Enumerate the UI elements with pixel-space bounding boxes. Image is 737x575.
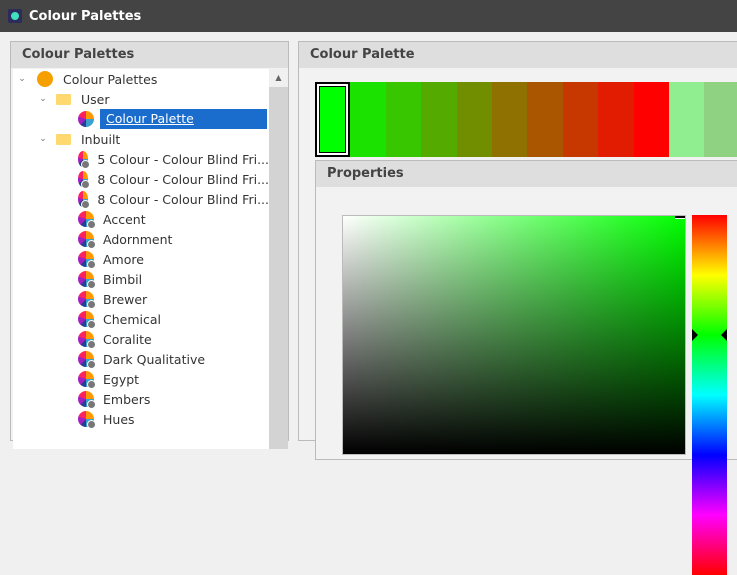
tree-item-label: Chemical — [103, 311, 161, 327]
chevron-down-icon[interactable]: ⌄ — [17, 74, 27, 84]
tree-item[interactable]: Coralite — [13, 329, 269, 349]
colour-wheel-icon — [78, 271, 96, 289]
tree-folder-inbuilt[interactable]: ⌄ Inbuilt — [13, 129, 269, 149]
tree-item-label: 8 Colour - Colour Blind Fri... — [97, 171, 269, 187]
hue-marker-left-icon[interactable] — [692, 329, 698, 341]
colour-swatch[interactable] — [668, 82, 705, 157]
folder-icon — [56, 93, 71, 105]
hue-slider[interactable] — [692, 215, 727, 575]
tree-scrollbar[interactable]: ▲ — [269, 69, 288, 449]
window-title: Colour Palettes — [29, 8, 142, 24]
tree-item-label: Bimbil — [103, 271, 143, 287]
folder-icon — [56, 133, 71, 145]
colour-swatch[interactable] — [385, 82, 422, 157]
tree-item-label: Amore — [103, 251, 144, 267]
colour-wheel-icon — [78, 191, 91, 209]
tree-item-label: Coralite — [103, 331, 152, 347]
colour-swatch[interactable] — [350, 82, 386, 157]
colour-swatch[interactable] — [562, 82, 599, 157]
colour-swatch[interactable] — [598, 82, 634, 157]
tree-item[interactable]: Accent — [13, 209, 269, 229]
colour-swatch[interactable] — [704, 82, 737, 157]
tree-item-label: Adornment — [103, 231, 173, 247]
colour-palette-panel: Colour Palette Properties — [298, 41, 737, 575]
colour-swatch[interactable] — [315, 82, 351, 157]
colour-swatch[interactable] — [491, 82, 528, 157]
tree-item-label: Brewer — [103, 291, 148, 307]
folder-label: Inbuilt — [81, 131, 121, 147]
saturation-value-picker[interactable] — [342, 215, 686, 455]
tree-root[interactable]: ⌄ Colour Palettes — [13, 69, 269, 89]
colour-palette-header: Colour Palette — [299, 42, 737, 68]
colour-swatch[interactable] — [421, 82, 457, 157]
tree-item[interactable]: 5 Colour - Colour Blind Fri... — [13, 149, 269, 169]
swatch-strip — [315, 82, 737, 157]
colour-wheel-icon — [78, 251, 96, 269]
tree-item-label: Accent — [103, 211, 146, 227]
colour-wheel-icon — [78, 231, 96, 249]
chevron-down-icon[interactable]: ⌄ — [38, 134, 48, 144]
tree-item[interactable]: 8 Colour - Colour Blind Fri... — [13, 169, 269, 189]
tree-item[interactable]: Adornment — [13, 229, 269, 249]
colour-wheel-icon — [78, 391, 96, 409]
colour-swatch[interactable] — [456, 82, 492, 157]
tree-item-label: Dark Qualitative — [103, 351, 206, 367]
palettes-panel: Colour Palettes ⌄ Colour Palettes ⌄ User… — [10, 41, 289, 449]
tree-item[interactable]: Embers — [13, 389, 269, 409]
tree-item[interactable]: Amore — [13, 249, 269, 269]
tree-item[interactable]: Chemical — [13, 309, 269, 329]
tree-item-label: 8 Colour - Colour Blind Fri... — [97, 191, 269, 207]
tree-item-label: 5 Colour - Colour Blind Fri... — [97, 151, 269, 167]
scroll-up-arrow-icon[interactable]: ▲ — [269, 69, 288, 87]
colour-wheel-icon — [78, 311, 96, 329]
colour-wheel-icon — [78, 291, 96, 309]
tree-item[interactable]: Egypt — [13, 369, 269, 389]
tree-folder-user[interactable]: ⌄ User — [13, 89, 269, 109]
colour-swatch[interactable] — [633, 82, 669, 157]
colour-wheel-icon — [78, 331, 96, 349]
colour-wheel-icon — [78, 411, 96, 429]
tree-root-label: Colour Palettes — [63, 71, 158, 87]
chevron-down-icon[interactable]: ⌄ — [38, 94, 48, 104]
colour-wheel-icon — [78, 171, 91, 189]
hue-marker-right-icon[interactable] — [721, 329, 727, 341]
palette-tree[interactable]: ⌄ Colour Palettes ⌄ User Colour Palette … — [13, 69, 269, 449]
tree-item-label: Hues — [103, 411, 135, 427]
tree-item-label: Embers — [103, 391, 151, 407]
colour-wheel-icon — [78, 211, 96, 229]
colour-wheel-icon — [78, 351, 96, 369]
colour-wheel-icon — [78, 111, 94, 127]
tree-item[interactable]: 8 Colour - Colour Blind Fri... — [13, 189, 269, 209]
tree-item[interactable]: Bimbil — [13, 269, 269, 289]
palette-icon — [37, 71, 53, 87]
folder-label: User — [81, 91, 110, 107]
tree-item-colour-palette[interactable]: Colour Palette — [13, 109, 269, 129]
picker-handle[interactable] — [675, 216, 685, 219]
colour-swatch[interactable] — [527, 82, 563, 157]
tree-item-label: Egypt — [103, 371, 140, 387]
title-bar: Colour Palettes — [0, 0, 737, 32]
palettes-panel-header: Colour Palettes — [11, 42, 288, 68]
tree-item[interactable]: Dark Qualitative — [13, 349, 269, 369]
app-icon — [8, 9, 22, 23]
tree-item[interactable]: Hues — [13, 409, 269, 429]
tree-item-label: Colour Palette — [100, 109, 267, 129]
colour-wheel-icon — [78, 151, 91, 169]
colour-wheel-icon — [78, 371, 96, 389]
tree-item[interactable]: Brewer — [13, 289, 269, 309]
properties-panel: Properties — [315, 160, 737, 575]
properties-header: Properties — [316, 161, 737, 187]
